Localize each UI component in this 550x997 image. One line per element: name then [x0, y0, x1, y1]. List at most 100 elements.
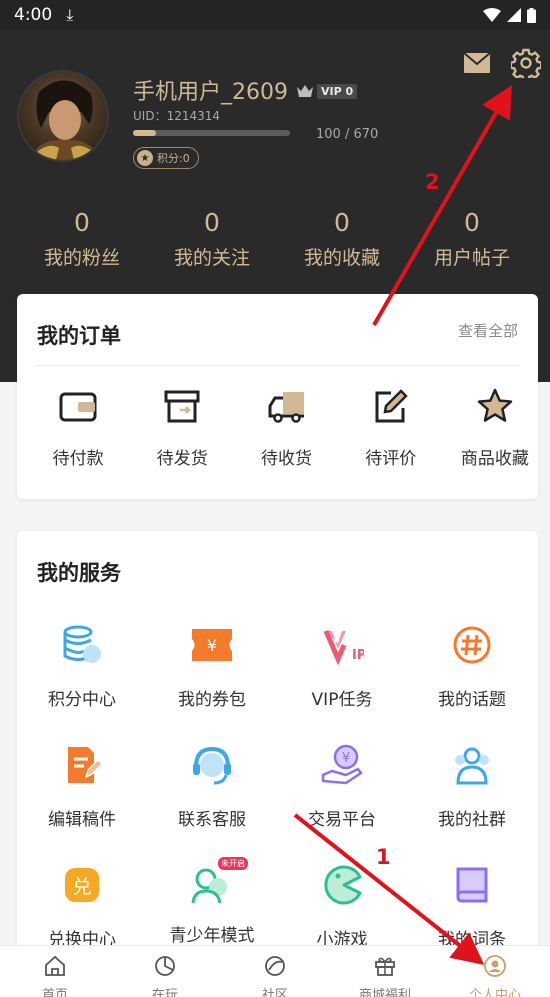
- stat-number: 0: [74, 208, 90, 237]
- service-label: 我的社群: [438, 810, 506, 830]
- tab-label: 社区: [261, 988, 288, 997]
- points-badge[interactable]: ★ 积分:0: [133, 147, 199, 169]
- document-edit-icon: [68, 747, 104, 783]
- stat-label: 用户帖子: [433, 247, 510, 269]
- svg-text:¥: ¥: [342, 751, 350, 766]
- service-label: 积分中心: [48, 690, 116, 710]
- service-my-groups[interactable]: 我的社群: [407, 743, 537, 863]
- services-title: 我的服务: [37, 561, 121, 585]
- service-label: 联系客服: [178, 810, 246, 830]
- tab-label: 在玩: [151, 988, 178, 997]
- tab-personal-center[interactable]: 个人中心: [440, 946, 550, 997]
- service-label: 我的券包: [178, 690, 246, 710]
- service-label: 青少年模式: [169, 926, 255, 946]
- order-label: 待付款: [52, 449, 104, 469]
- edit-icon: [375, 389, 408, 423]
- order-pending-receipt[interactable]: 待收货: [243, 386, 329, 469]
- order-label: 商品收藏: [460, 449, 529, 469]
- signal-icon: [507, 8, 521, 22]
- stat-fans[interactable]: 0 我的粉丝: [17, 208, 147, 270]
- playing-icon: [155, 956, 175, 976]
- trade-icon: ¥: [321, 744, 363, 785]
- vip-level: VIP 0: [317, 83, 358, 99]
- service-label: VIP任务: [311, 690, 373, 710]
- services-card: 我的服务 积分中心 ¥ 我的券包 IP VIP任务 我的话题 编辑稿件 联系客服…: [17, 531, 538, 961]
- annotation-number-2: 2: [425, 170, 440, 194]
- avatar[interactable]: [17, 70, 109, 162]
- tab-label: 商城福利: [358, 988, 411, 997]
- service-edit-drafts[interactable]: 编辑稿件: [17, 743, 147, 863]
- svg-text:IP: IP: [352, 648, 364, 663]
- order-pending-shipment[interactable]: 待发货: [139, 386, 225, 469]
- community-icon: [265, 956, 285, 976]
- level-progress-text: 100 / 670: [316, 127, 379, 142]
- svg-text:¥: ¥: [207, 636, 217, 655]
- points-star-icon: ★: [137, 150, 153, 166]
- teen-icon-wrap: 未开启: [190, 857, 248, 907]
- battery-icon: [527, 7, 536, 23]
- avatar-portrait: [30, 80, 100, 160]
- stat-number: 0: [334, 208, 350, 237]
- service-topics[interactable]: 我的话题: [407, 623, 537, 743]
- star-icon: [477, 388, 513, 422]
- orders-card: 我的订单 查看全部 待付款 待发货 待收货 待评价 商品收藏: [17, 294, 538, 499]
- hashtag-icon: [453, 626, 491, 664]
- annotation-number-1: 1: [376, 845, 391, 869]
- service-vip-tasks[interactable]: IP VIP任务: [277, 623, 407, 743]
- tab-label: 个人中心: [468, 988, 521, 997]
- order-label: 待收货: [261, 449, 312, 469]
- mail-icon[interactable]: [463, 52, 491, 74]
- tab-mall-benefits[interactable]: 商城福利: [330, 946, 440, 997]
- gift-icon: [375, 957, 395, 976]
- wallet-icon: [59, 392, 97, 422]
- truck-icon: [268, 392, 304, 423]
- vip-badge[interactable]: VIP 0: [296, 81, 358, 101]
- stats-row: 0 我的粉丝 0 我的关注 0 我的收藏 0 用户帖子: [17, 208, 537, 270]
- wifi-icon: [483, 8, 501, 22]
- teen-mode-status-tag: 未开启: [218, 857, 248, 870]
- service-label: 交易平台: [308, 810, 376, 830]
- username: 手机用户_2609: [133, 80, 288, 105]
- stat-label: 我的收藏: [303, 247, 380, 269]
- coupon-icon: ¥: [192, 629, 232, 661]
- user-icon: [484, 955, 506, 977]
- view-all-orders-link[interactable]: 查看全部: [458, 320, 518, 341]
- stat-favorites[interactable]: 0 我的收藏: [277, 208, 407, 270]
- group-icon: [455, 747, 489, 785]
- order-pending-review[interactable]: 待评价: [348, 386, 434, 469]
- order-label: 待发货: [156, 449, 208, 469]
- status-icons: [483, 7, 536, 23]
- tab-playing[interactable]: 在玩: [110, 946, 220, 997]
- tab-label: 首页: [41, 988, 68, 997]
- service-points-center[interactable]: 积分中心: [17, 623, 147, 743]
- order-pending-payment[interactable]: 待付款: [35, 386, 121, 469]
- bottom-tab-bar: 首页 在玩 社区 商城福利 个人中心: [0, 945, 550, 997]
- game-icon: [324, 865, 362, 905]
- services-grid: 积分中心 ¥ 我的券包 IP VIP任务 我的话题 编辑稿件 联系客服 ¥ 交易…: [17, 623, 538, 983]
- order-favorites[interactable]: 商品收藏: [452, 386, 538, 469]
- stat-number: 0: [464, 208, 480, 237]
- box-icon: [164, 390, 200, 423]
- vip-icon: IP: [323, 630, 366, 666]
- svg-text:兑: 兑: [72, 876, 91, 898]
- coins-icon: [63, 625, 101, 663]
- order-label: 待评价: [365, 449, 417, 469]
- service-coupons[interactable]: ¥ 我的券包: [147, 623, 277, 743]
- stat-following[interactable]: 0 我的关注: [147, 208, 277, 270]
- headset-icon: [193, 746, 231, 785]
- service-label: 编辑稿件: [48, 810, 116, 830]
- orders-row: 待付款 待发货 待收货 待评价 商品收藏: [17, 386, 538, 469]
- stat-posts[interactable]: 0 用户帖子: [407, 208, 537, 270]
- status-time: 4:00: [14, 5, 53, 25]
- points-label: 积分:0: [157, 152, 190, 165]
- tab-home[interactable]: 首页: [0, 946, 110, 997]
- gear-icon[interactable]: [511, 48, 541, 78]
- service-customer-support[interactable]: 联系客服: [147, 743, 277, 863]
- service-label: 我的话题: [438, 690, 506, 710]
- stat-label: 我的关注: [173, 247, 250, 269]
- orders-title: 我的订单: [37, 324, 121, 348]
- user-id: UID：1214314: [133, 109, 221, 123]
- tab-community[interactable]: 社区: [220, 946, 330, 997]
- divider: [35, 365, 520, 366]
- exchange-icon: 兑: [65, 868, 99, 902]
